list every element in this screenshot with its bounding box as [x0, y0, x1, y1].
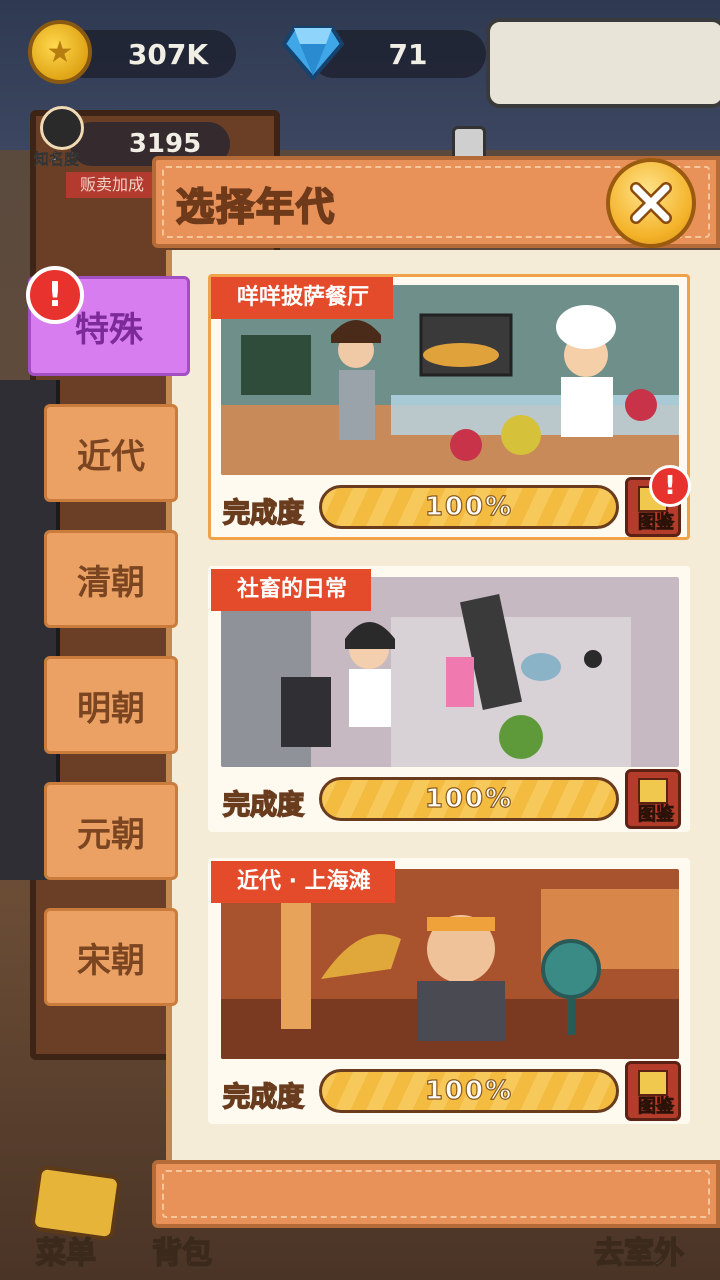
book-label: 图鉴	[638, 1096, 675, 1118]
fame-label: 知名度	[34, 150, 80, 169]
go-outdoor-button[interactable]: 去室外	[593, 1228, 685, 1272]
completion-label: 完成度	[222, 1081, 305, 1114]
tab-modern[interactable]: 近代	[44, 404, 178, 502]
coin-icon: ★	[28, 20, 92, 84]
card-title: 近代 · 上海滩	[211, 861, 395, 903]
alert-icon: !	[649, 465, 691, 507]
scene-card-shanghai[interactable]: 近代 · 上海滩 完成度 100% 图鉴	[208, 858, 690, 1124]
collection-book-button[interactable]: 图鉴	[625, 1061, 681, 1121]
tab-label: 元朝	[77, 814, 145, 855]
collection-book-button[interactable]: 图鉴	[625, 769, 681, 829]
backpack-button[interactable]: 背包	[151, 1228, 213, 1272]
tab-label: 近代	[77, 436, 145, 477]
card-title: 社畜的日常	[211, 569, 372, 611]
completion-label: 完成度	[222, 789, 305, 822]
gem-amount: 71	[388, 37, 428, 71]
completion-progress-bar: 100%	[319, 485, 619, 529]
completion-progress-bar: 100%	[319, 777, 619, 821]
tab-song[interactable]: 宋朝	[44, 908, 178, 1006]
panel-title: 选择年代	[175, 184, 337, 230]
progress-percent: 100%	[424, 491, 514, 522]
tab-label: 特殊	[75, 309, 143, 350]
card-title: 咩咩披萨餐厅	[211, 277, 394, 319]
progress-percent: 100%	[424, 783, 514, 814]
diamond-icon	[282, 26, 344, 80]
completion-progress-bar: 100%	[319, 1069, 619, 1113]
alert-icon: !	[26, 266, 84, 324]
fame-value: 3195	[128, 129, 202, 159]
tab-label: 明朝	[77, 688, 145, 729]
air-conditioner-decoration	[486, 18, 720, 108]
fame-avatar-icon	[40, 106, 84, 150]
tab-ming[interactable]: 明朝	[44, 656, 178, 754]
close-button[interactable]	[606, 158, 696, 248]
book-label: 图鉴	[638, 512, 675, 534]
scene-card-pizza[interactable]: 咩咩披萨餐厅 完成度 100% 图鉴 !	[208, 274, 691, 540]
tab-label: 宋朝	[77, 940, 145, 981]
tab-qing[interactable]: 清朝	[44, 530, 178, 628]
menu-button[interactable]: 菜单	[35, 1228, 97, 1272]
progress-percent: 100%	[424, 1075, 514, 1106]
panel-footer	[152, 1160, 720, 1228]
close-icon	[630, 182, 672, 224]
scene-card-office[interactable]: 社畜的日常 完成度 100% 图鉴	[208, 566, 690, 832]
book-label: 图鉴	[638, 804, 675, 826]
completion-label: 完成度	[222, 497, 305, 530]
coin-amount: 307K	[127, 37, 209, 71]
tab-label: 清朝	[77, 562, 145, 603]
tab-yuan[interactable]: 元朝	[44, 782, 178, 880]
